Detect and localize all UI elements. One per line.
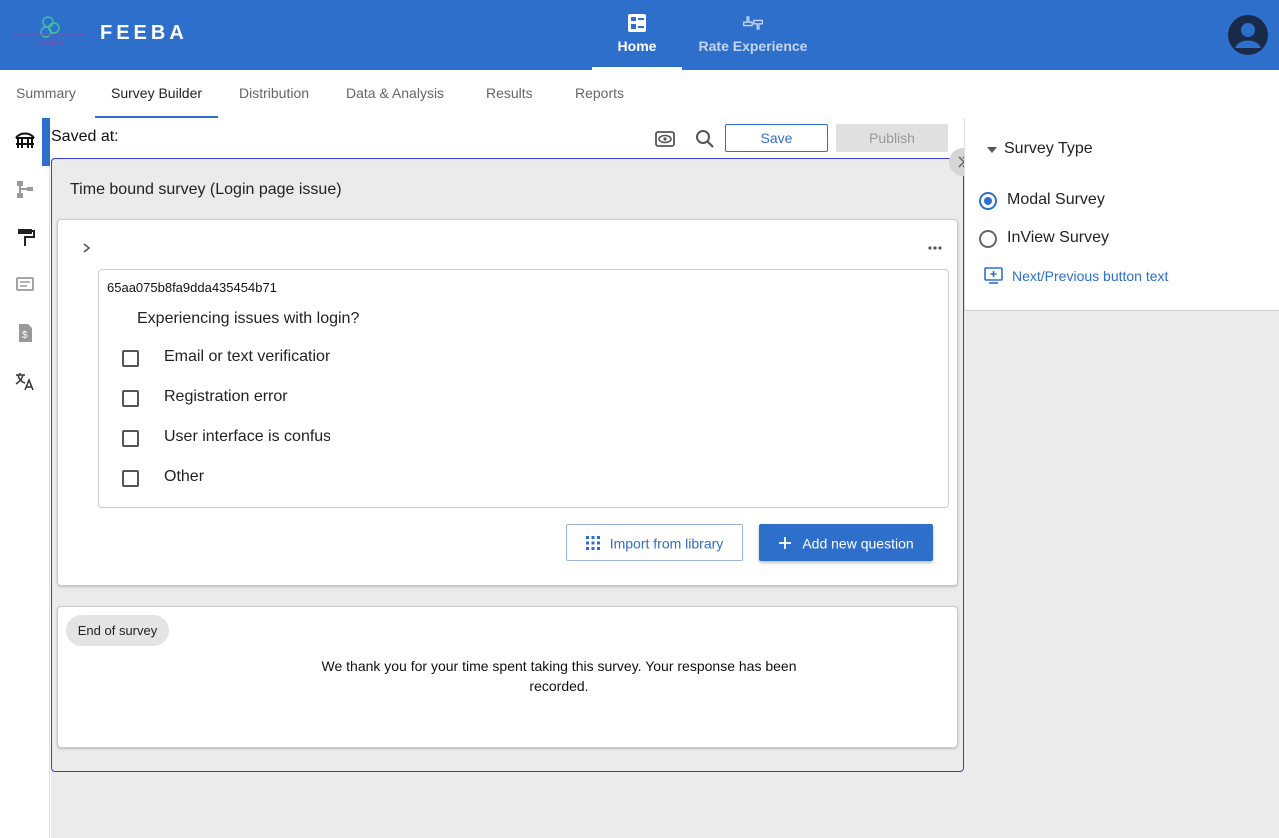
builder-sidebar: $ — [0, 118, 50, 838]
price-document-icon[interactable]: $ — [14, 322, 36, 344]
next-previous-label: Next/Previous button text — [1012, 268, 1169, 284]
plus-icon — [779, 537, 792, 550]
tab-summary[interactable]: Summary — [0, 70, 92, 118]
caret-down-icon[interactable] — [986, 146, 998, 154]
account-avatar-icon[interactable] — [1227, 14, 1269, 56]
option-label: Email or text verification — [164, 348, 330, 365]
more-options-icon[interactable] — [926, 240, 944, 256]
option-label: Other — [164, 468, 205, 485]
feeba-logo-icon: Feeba — [14, 16, 86, 49]
add-label: Add new question — [802, 535, 914, 552]
import-label: Import from library — [609, 535, 724, 552]
radio-label-inview[interactable]: InView Survey — [1007, 229, 1109, 247]
preview-eye-icon[interactable] — [654, 128, 676, 150]
end-message[interactable]: We thank you for your time spent taking … — [320, 656, 798, 696]
checkbox[interactable] — [122, 430, 139, 447]
tab-data-analysis[interactable]: Data & Analysis — [330, 70, 460, 118]
grid-icon — [585, 536, 600, 551]
paint-roller-icon[interactable] — [14, 226, 36, 248]
message-icon[interactable] — [14, 274, 36, 296]
survey-title[interactable]: Time bound survey (Login page issue) — [70, 181, 342, 199]
save-button[interactable]: Save — [725, 124, 828, 152]
thumbs-up-down-icon — [743, 16, 763, 30]
nav-rate-experience[interactable]: Rate Experience — [690, 0, 816, 70]
dashboard-icon — [628, 14, 646, 32]
import-from-library-button[interactable]: Import from library — [566, 524, 743, 561]
radio-label-modal[interactable]: Modal Survey — [1007, 191, 1105, 209]
svg-text:$: $ — [22, 330, 28, 341]
add-to-queue-icon — [984, 267, 1003, 284]
end-of-survey-chip[interactable]: End of survey — [66, 615, 169, 646]
survey-type-title[interactable]: Survey Type — [1004, 140, 1093, 158]
option-label: Registration error — [164, 388, 288, 405]
chevron-right-icon[interactable] — [80, 240, 94, 256]
translate-icon[interactable] — [14, 370, 36, 392]
tab-survey-builder[interactable]: Survey Builder — [95, 70, 219, 118]
tab-reports[interactable]: Reports — [559, 70, 640, 118]
brand-name: FEEBA — [100, 22, 188, 44]
search-icon[interactable] — [694, 128, 716, 150]
nav-home-label: Home — [617, 38, 657, 54]
top-header: Feeba FEEBA Home Rate Experience — [0, 0, 1279, 70]
question-id: 65aa075b8fa9dda435454b71 — [107, 280, 277, 295]
svg-text:Feeba: Feeba — [36, 38, 65, 49]
nav-home[interactable]: Home — [592, 0, 682, 70]
checkbox[interactable] — [122, 390, 139, 407]
right-panel-background — [964, 311, 1279, 838]
bridge-icon[interactable] — [14, 130, 36, 152]
nav-rate-label: Rate Experience — [698, 38, 808, 54]
checkbox[interactable] — [122, 350, 139, 367]
question-text[interactable]: Experiencing issues with login? — [137, 310, 359, 328]
publish-button[interactable]: Publish — [836, 124, 948, 152]
rail-active-indicator — [42, 118, 50, 166]
add-new-question-button[interactable]: Add new question — [759, 524, 933, 561]
tab-results[interactable]: Results — [470, 70, 549, 118]
saved-at-label: Saved at: — [51, 128, 119, 145]
option-label: User interface is confusing — [164, 428, 330, 445]
radio-inview-survey[interactable] — [979, 230, 997, 248]
tab-distribution[interactable]: Distribution — [223, 70, 325, 118]
checkbox[interactable] — [122, 470, 139, 487]
section-tabs: Summary Survey Builder Distribution Data… — [0, 70, 1279, 118]
radio-modal-survey[interactable] — [979, 192, 997, 210]
flow-tree-icon[interactable] — [14, 178, 36, 200]
